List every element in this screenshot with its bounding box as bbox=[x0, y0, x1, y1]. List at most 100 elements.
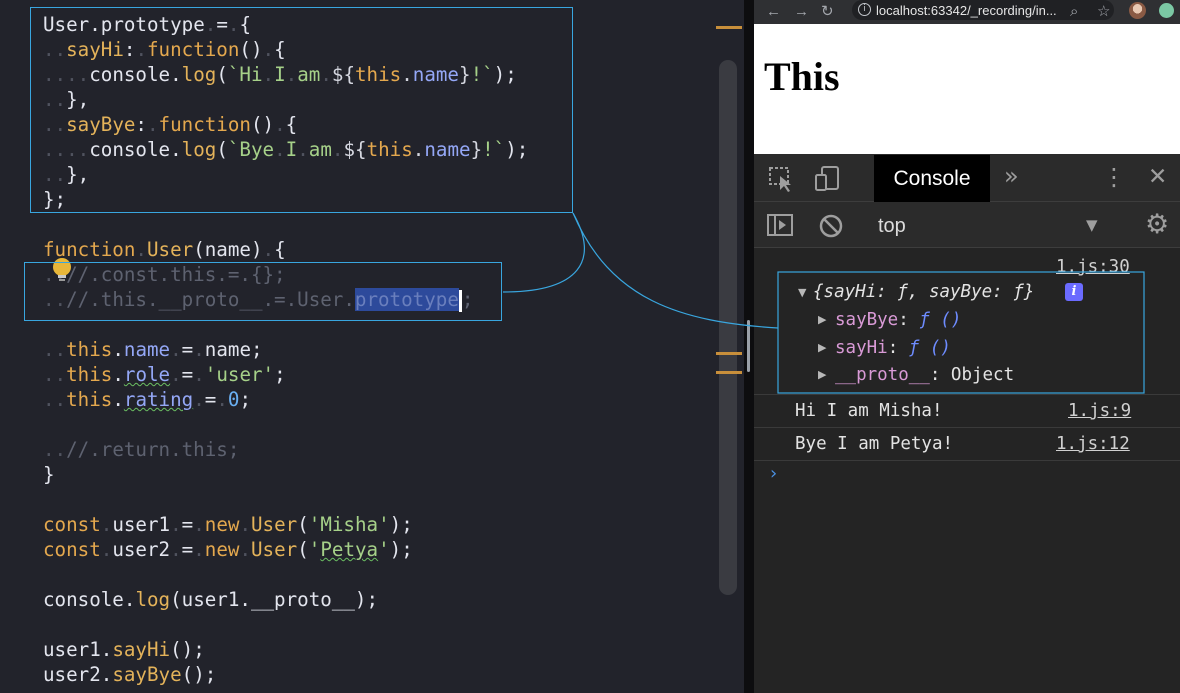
property-value: ƒ () bbox=[908, 338, 951, 358]
page-heading: This bbox=[764, 54, 840, 99]
source-link[interactable]: 1.js:12 bbox=[1056, 433, 1130, 455]
code-token: (user1.__proto__); bbox=[170, 588, 379, 611]
code-token: . bbox=[100, 638, 113, 661]
code-line[interactable]: function.User(name).{ bbox=[43, 237, 286, 262]
expand-triangle-icon[interactable]: ▼ bbox=[798, 282, 806, 304]
code-token: sayBye bbox=[112, 663, 182, 686]
code-token: ); bbox=[389, 538, 413, 561]
clear-console-icon[interactable] bbox=[818, 213, 844, 243]
code-line[interactable]: const.user1.=.new.User('Misha'); bbox=[43, 512, 413, 537]
code-token: 'Misha' bbox=[308, 513, 390, 536]
object-property[interactable]: sayHi: ƒ () bbox=[835, 337, 951, 359]
code-token: . bbox=[193, 363, 205, 386]
forward-icon[interactable]: → bbox=[794, 2, 809, 22]
code-line[interactable]: user1.sayHi(); bbox=[43, 637, 205, 662]
code-token: ; bbox=[239, 388, 252, 411]
context-selector[interactable]: top bbox=[878, 214, 906, 238]
code-line[interactable]: ..//.return.this; bbox=[43, 437, 239, 462]
info-icon[interactable]: i bbox=[1065, 283, 1083, 301]
code-token: . bbox=[193, 338, 205, 361]
extension-icon[interactable] bbox=[1159, 3, 1174, 18]
code-token: User bbox=[251, 538, 298, 561]
code-token: .. bbox=[43, 388, 67, 411]
more-tabs-icon[interactable]: » bbox=[1004, 163, 1019, 189]
message-text: Bye I am Petya! bbox=[795, 434, 954, 454]
code-token: . bbox=[262, 238, 275, 261]
code-token: this bbox=[66, 338, 113, 361]
summary-token: : bbox=[876, 282, 898, 302]
bookmark-star-icon[interactable]: ☆ bbox=[1097, 2, 1110, 22]
code-token: . bbox=[100, 538, 113, 561]
object-property[interactable]: sayBye: ƒ () bbox=[835, 309, 961, 331]
chevron-down-icon[interactable]: ▼ bbox=[1086, 216, 1098, 234]
code-line[interactable]: const.user2.=.new.User('Petya'); bbox=[43, 537, 413, 562]
code-token: log bbox=[135, 588, 171, 611]
back-icon[interactable]: ← bbox=[766, 2, 781, 22]
site-info-icon[interactable]: i bbox=[858, 3, 871, 16]
property-value: Object bbox=[950, 365, 1015, 385]
code-token: { bbox=[274, 238, 286, 261]
property-name: sayBye bbox=[835, 310, 899, 330]
code-line[interactable]: console.log(user1.__proto__); bbox=[43, 587, 378, 612]
code-token: //.return.this; bbox=[66, 438, 240, 461]
device-toolbar-icon[interactable] bbox=[814, 165, 842, 197]
code-token: console bbox=[43, 588, 124, 611]
editor-scrollbar[interactable] bbox=[719, 60, 737, 595]
summary-token: } bbox=[1023, 282, 1035, 302]
code-token: user1 bbox=[43, 638, 101, 661]
show-sidebar-icon[interactable] bbox=[766, 213, 794, 241]
object-summary[interactable]: {sayHi: ƒ, sayBye: ƒ} bbox=[813, 281, 1034, 303]
code-token: . bbox=[123, 588, 136, 611]
console-output[interactable]: 1.js:30 ▼ {sayHi: ƒ, sayBye: ƒ} i ▶ sayBy… bbox=[754, 248, 1180, 693]
expand-triangle-icon[interactable]: ▶ bbox=[818, 309, 826, 331]
code-token: .. bbox=[43, 363, 67, 386]
code-token: name bbox=[123, 338, 171, 361]
console-prompt[interactable]: › bbox=[768, 463, 779, 485]
expand-triangle-icon[interactable]: ▶ bbox=[818, 337, 826, 359]
inspect-element-icon[interactable] bbox=[768, 166, 796, 196]
ruler-mark bbox=[716, 352, 742, 355]
code-token: 'user' bbox=[204, 363, 275, 386]
code-line[interactable]: } bbox=[43, 462, 55, 487]
code-token: .. bbox=[43, 438, 67, 461]
console-message: Hi I am Misha! 1.js:9 bbox=[754, 395, 1180, 428]
close-icon[interactable]: ✕ bbox=[1148, 164, 1167, 190]
code-line[interactable]: user2.sayBye(); bbox=[43, 662, 216, 687]
zoom-icon[interactable]: ⌕ bbox=[1070, 2, 1078, 22]
expand-triangle-icon[interactable]: ▶ bbox=[818, 364, 826, 386]
property-colon: : bbox=[929, 365, 951, 385]
code-token: . bbox=[112, 338, 124, 361]
source-link[interactable]: 1.js:30 bbox=[1056, 256, 1130, 278]
url-text[interactable]: localhost:63342/_recording/in... bbox=[876, 2, 1057, 20]
code-token: . bbox=[170, 363, 182, 386]
code-token: } bbox=[43, 463, 55, 486]
code-token: . bbox=[239, 538, 251, 561]
code-token: Petya bbox=[320, 538, 379, 561]
proto-comment-annotation-box bbox=[24, 262, 502, 321]
tab-console[interactable]: Console bbox=[874, 155, 990, 202]
code-token: sayHi bbox=[112, 638, 171, 661]
kebab-menu-icon[interactable]: ⋮ bbox=[1102, 164, 1126, 190]
code-token: (); bbox=[170, 638, 205, 661]
code-line[interactable]: ..this.name.=.name; bbox=[43, 337, 263, 362]
code-editor[interactable]: User.prototype.=.{..sayHi:.function().{.… bbox=[0, 0, 745, 693]
code-token: . bbox=[239, 513, 251, 536]
code-token: 0 bbox=[227, 388, 240, 411]
message-text: Hi I am Misha! bbox=[795, 401, 943, 421]
reload-icon[interactable]: ↻ bbox=[821, 2, 834, 22]
profile-avatar[interactable] bbox=[1129, 2, 1146, 19]
code-line[interactable]: ..this.rating.=.0; bbox=[43, 387, 251, 412]
property-colon: : bbox=[898, 310, 920, 330]
code-token: (name) bbox=[193, 238, 263, 261]
summary-token: sayHi bbox=[823, 282, 877, 302]
object-property[interactable]: __proto__: Object bbox=[835, 364, 1014, 386]
gear-icon[interactable]: ⚙ bbox=[1145, 210, 1169, 240]
code-line[interactable]: ..this.role.=.'user'; bbox=[43, 362, 286, 387]
code-token: ); bbox=[389, 513, 413, 536]
code-token: User bbox=[146, 238, 194, 261]
code-token: user1 bbox=[112, 513, 171, 536]
console-object-entry: 1.js:30 ▼ {sayHi: ƒ, sayBye: ƒ} i ▶ sayBy… bbox=[754, 248, 1180, 395]
pane-divider-handle[interactable] bbox=[747, 320, 750, 372]
code-token: . bbox=[135, 238, 147, 261]
source-link[interactable]: 1.js:9 bbox=[1068, 400, 1131, 422]
